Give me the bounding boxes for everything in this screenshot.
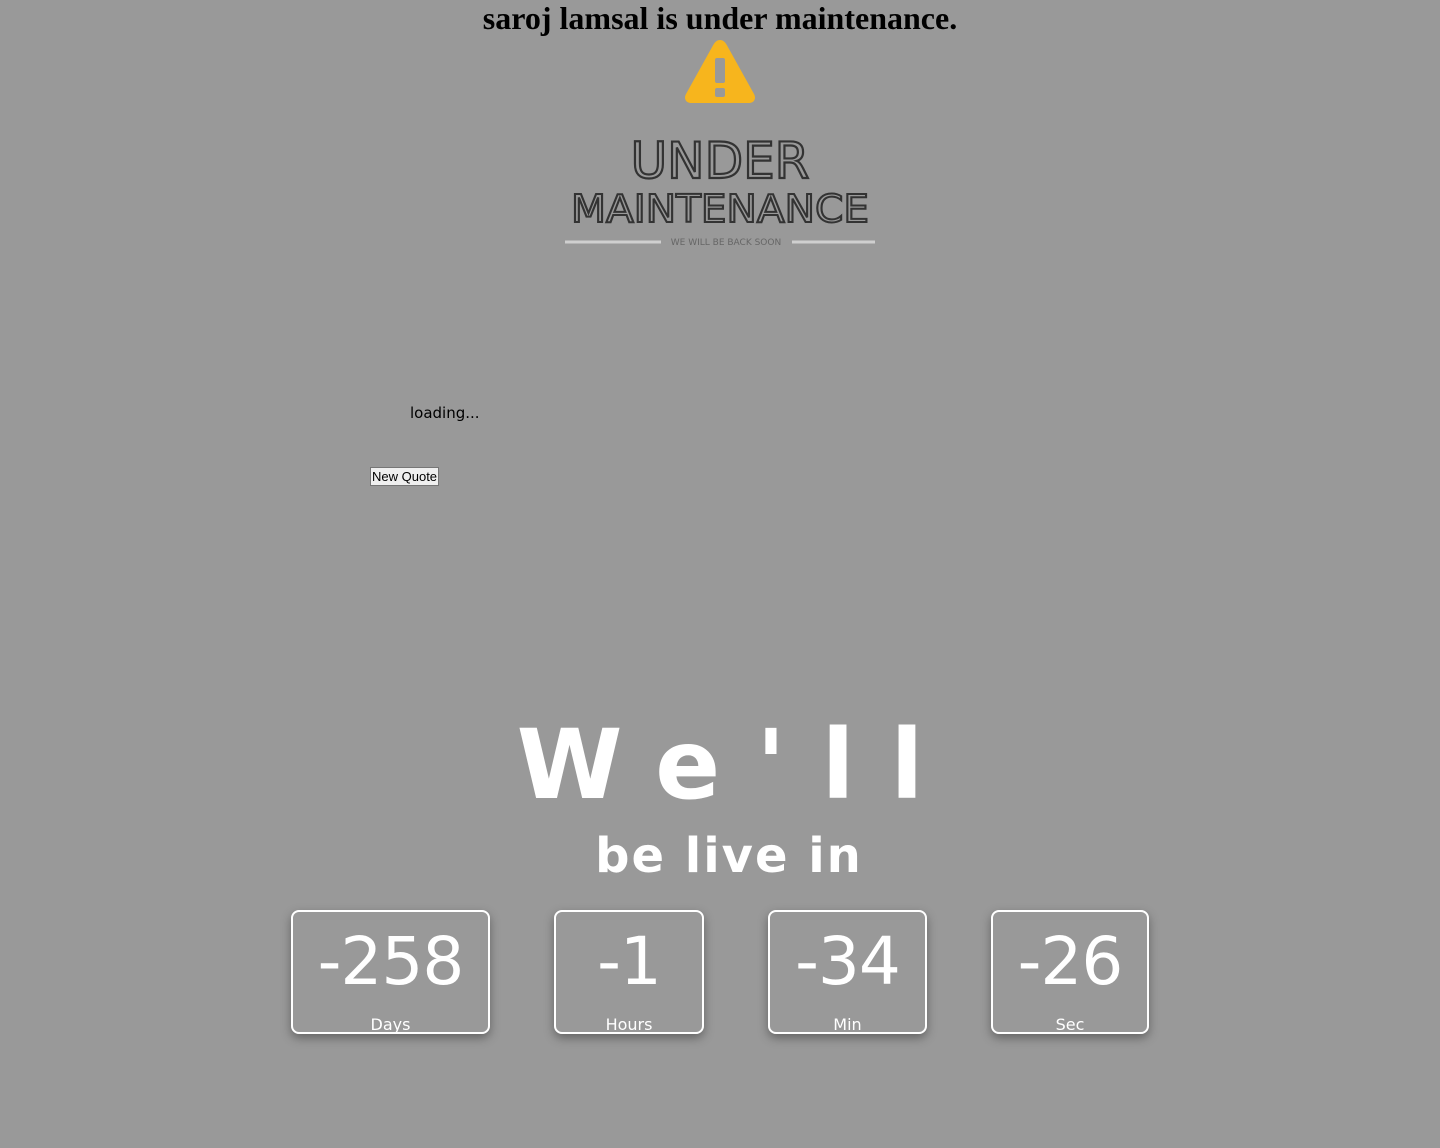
countdown-min: -34 Min [768, 910, 927, 1034]
countdown-min-label: Min [833, 1015, 862, 1034]
countdown-sec-value: -26 [1017, 923, 1124, 1000]
maintenance-page: saroj lamsal is under maintenance. UNDER… [0, 0, 1440, 1148]
page-title: saroj lamsal is under maintenance. [482, 0, 958, 36]
logo-tagline: WE WILL BE BACK SOON [671, 238, 781, 248]
countdown-hours: -1 Hours [554, 910, 704, 1034]
headline-be-live-in: be live in [595, 828, 863, 884]
countdown-sec-label: Sec [1055, 1015, 1085, 1034]
countdown-days-value: -258 [317, 923, 465, 1000]
countdown-days: -258 Days [291, 910, 490, 1034]
logo-line-under: UNDER [631, 132, 810, 190]
new-quote-button[interactable]: New Quote [370, 467, 440, 486]
countdown-hours-label: Hours [605, 1015, 653, 1034]
headline-well: We'll [516, 709, 960, 821]
quote-text: loading... [410, 404, 480, 422]
countdown-days-label: Days [370, 1015, 411, 1034]
countdown-min-value: -34 [795, 923, 901, 1000]
logo-line-maintenance: MAINTENANCE [571, 187, 869, 231]
under-maintenance-logo: UNDER MAINTENANCE WE WILL BE BACK SOON [565, 131, 875, 248]
countdown-sec: -26 Sec [991, 910, 1149, 1034]
countdown-hours-value: -1 [597, 923, 662, 1000]
warning-icon [685, 40, 755, 103]
